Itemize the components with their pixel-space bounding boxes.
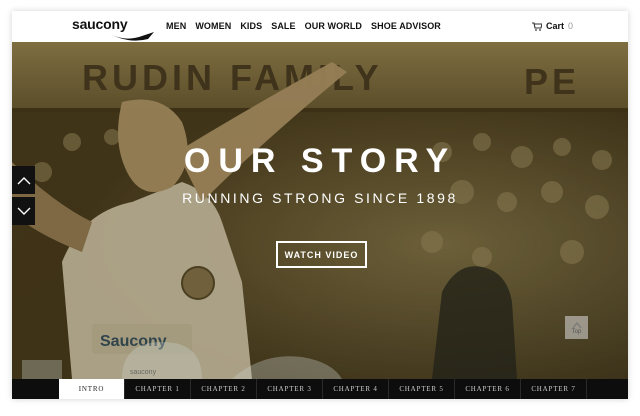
hero-subtitle: RUNNING STRONG SINCE 1898 bbox=[182, 190, 458, 206]
back-to-top-button[interactable]: Top bbox=[565, 316, 588, 339]
chevron-up-icon bbox=[17, 176, 30, 184]
chapter-tab-6[interactable]: CHAPTER 6 bbox=[455, 379, 521, 399]
chapter-tab-5[interactable]: CHAPTER 5 bbox=[389, 379, 455, 399]
chevron-down-icon bbox=[17, 207, 30, 215]
arrow-up-icon bbox=[572, 321, 581, 328]
chapter-tab-2[interactable]: CHAPTER 2 bbox=[191, 379, 257, 399]
site-header: saucony MEN WOMEN KIDS SALE OUR WORLD SH… bbox=[12, 11, 628, 42]
page-frame: saucony MEN WOMEN KIDS SALE OUR WORLD SH… bbox=[12, 11, 628, 399]
watch-video-button[interactable]: WATCH VIDEO bbox=[276, 241, 367, 268]
cart-count: 0 bbox=[568, 21, 574, 31]
nav-item-kids[interactable]: KIDS bbox=[240, 21, 262, 31]
hero-background-photo: RUDIN FAMILY PE Saucony bbox=[12, 42, 628, 379]
cart-link[interactable]: Cart 0 bbox=[532, 21, 573, 31]
chapter-nav: INTRO CHAPTER 1 CHAPTER 2 CHAPTER 3 CHAP… bbox=[12, 379, 628, 399]
nav-item-men[interactable]: MEN bbox=[166, 21, 186, 31]
chapter-tab-3[interactable]: CHAPTER 3 bbox=[257, 379, 323, 399]
nav-item-sale[interactable]: SALE bbox=[271, 21, 295, 31]
chapter-tab-7[interactable]: CHAPTER 7 bbox=[521, 379, 587, 399]
chapter-tab-1[interactable]: CHAPTER 1 bbox=[125, 379, 191, 399]
back-to-top-label: Top bbox=[571, 328, 582, 335]
section-down-button[interactable] bbox=[12, 197, 35, 225]
main-nav: MEN WOMEN KIDS SALE OUR WORLD SHOE ADVIS… bbox=[166, 21, 441, 31]
cart-label: Cart bbox=[546, 21, 565, 31]
hero-section: RUDIN FAMILY PE Saucony OUR STORY RUNNIN… bbox=[12, 42, 628, 379]
section-up-button[interactable] bbox=[12, 166, 35, 194]
chapter-tab-4[interactable]: CHAPTER 4 bbox=[323, 379, 389, 399]
logo-swoosh-icon bbox=[110, 32, 154, 41]
nav-item-shoe-advisor[interactable]: SHOE ADVISOR bbox=[371, 21, 441, 31]
nav-item-our-world[interactable]: OUR WORLD bbox=[305, 21, 362, 31]
chapter-tab-intro[interactable]: INTRO bbox=[59, 379, 125, 399]
hero-title: OUR STORY bbox=[183, 142, 457, 180]
cart-icon bbox=[532, 21, 542, 31]
nav-item-women[interactable]: WOMEN bbox=[195, 21, 231, 31]
